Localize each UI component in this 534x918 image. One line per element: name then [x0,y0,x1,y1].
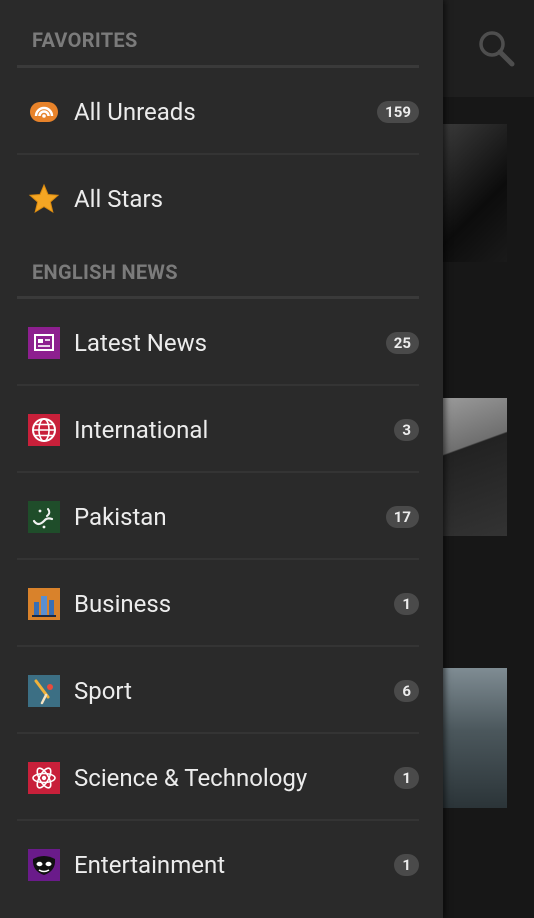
drawer-item-pakistan[interactable]: Pakistan 17 [0,473,443,560]
urdu-logo-icon [28,500,60,533]
article-thumbnail[interactable] [443,124,507,262]
unread-count-badge: 1 [394,853,419,876]
drawer-item-entertainment[interactable]: Entertainment 1 [0,821,443,908]
drawer-item-label: Pakistan [74,502,167,531]
unread-count-badge: 1 [394,592,419,615]
drawer-item-science-technology[interactable]: Science & Technology 1 [0,734,443,821]
drawer-item-sport[interactable]: Sport 6 [0,647,443,734]
atom-icon [28,761,60,794]
star-icon [28,183,60,215]
unread-count-badge: 6 [394,679,419,702]
drawer-item-label: All Stars [74,184,163,213]
drawer-item-label: Sport [74,676,132,705]
drawer-item-label: Entertainment [74,850,226,879]
drawer-item-label: International [74,415,209,444]
newspaper-icon [28,326,60,359]
navigation-drawer: FAVORITES All Unreads 159 All Stars ENGL… [0,0,443,918]
rss-icon [28,96,60,128]
unread-count-badge: 3 [394,418,419,441]
search-icon[interactable] [476,28,516,68]
drawer-item-label: Science & Technology [74,763,308,792]
drawer-item-all-stars[interactable]: All Stars [0,155,443,242]
article-thumbnail[interactable] [443,398,507,536]
unread-count-badge: 25 [385,331,419,354]
drawer-item-label: Business [74,589,172,618]
entertainment-icon [28,848,60,881]
drawer-item-latest-news[interactable]: Latest News 25 [0,299,443,386]
sport-icon [28,674,60,707]
business-icon [28,587,60,620]
unread-count-badge: 1 [394,766,419,789]
unread-count-badge: 159 [377,100,419,123]
drawer-item-all-unreads[interactable]: All Unreads 159 [0,68,443,155]
unread-count-badge: 17 [385,505,419,528]
drawer-item-label: All Unreads [74,97,196,126]
drawer-item-business[interactable]: Business 1 [0,560,443,647]
globe-icon [28,413,60,446]
section-header-english-news: ENGLISH NEWS [32,260,178,284]
section-header-favorites: FAVORITES [32,28,138,52]
drawer-item-international[interactable]: International 3 [0,386,443,473]
drawer-item-label: Latest News [74,328,208,357]
article-thumbnail[interactable] [443,668,507,808]
